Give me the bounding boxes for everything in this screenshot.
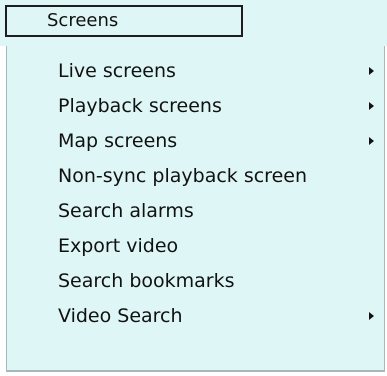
menu-item-export-video[interactable]: Export video xyxy=(7,229,384,263)
screens-menu-button[interactable]: Screens xyxy=(5,5,243,37)
menu-item-live-screens[interactable]: Live screens xyxy=(7,54,384,88)
menu-item-label: Search bookmarks xyxy=(58,270,235,292)
menu-item-label: Map screens xyxy=(58,130,178,152)
menu-item-label: Search alarms xyxy=(58,200,194,222)
submenu-arrow-icon xyxy=(369,312,374,320)
menu-item-video-search[interactable]: Video Search xyxy=(7,299,384,333)
menu-item-label: Export video xyxy=(58,235,179,257)
menu-item-search-alarms[interactable]: Search alarms xyxy=(7,194,384,228)
menu-item-map-screens[interactable]: Map screens xyxy=(7,124,384,158)
menu-item-non-sync-playback-screen[interactable]: Non-sync playback screen xyxy=(7,159,384,193)
screens-dropdown-menu: Live screens Playback screens Map screen… xyxy=(6,46,385,372)
menu-bar: Screens xyxy=(0,0,387,46)
menu-item-label: Playback screens xyxy=(58,95,222,117)
menu-item-search-bookmarks[interactable]: Search bookmarks xyxy=(7,264,384,298)
menu-item-label: Non-sync playback screen xyxy=(58,165,307,187)
submenu-arrow-icon xyxy=(369,67,374,75)
menu-item-label: Video Search xyxy=(58,305,183,327)
menu-item-label: Live screens xyxy=(58,60,176,82)
submenu-arrow-icon xyxy=(369,102,374,110)
submenu-arrow-icon xyxy=(369,137,374,145)
menu-item-playback-screens[interactable]: Playback screens xyxy=(7,89,384,123)
